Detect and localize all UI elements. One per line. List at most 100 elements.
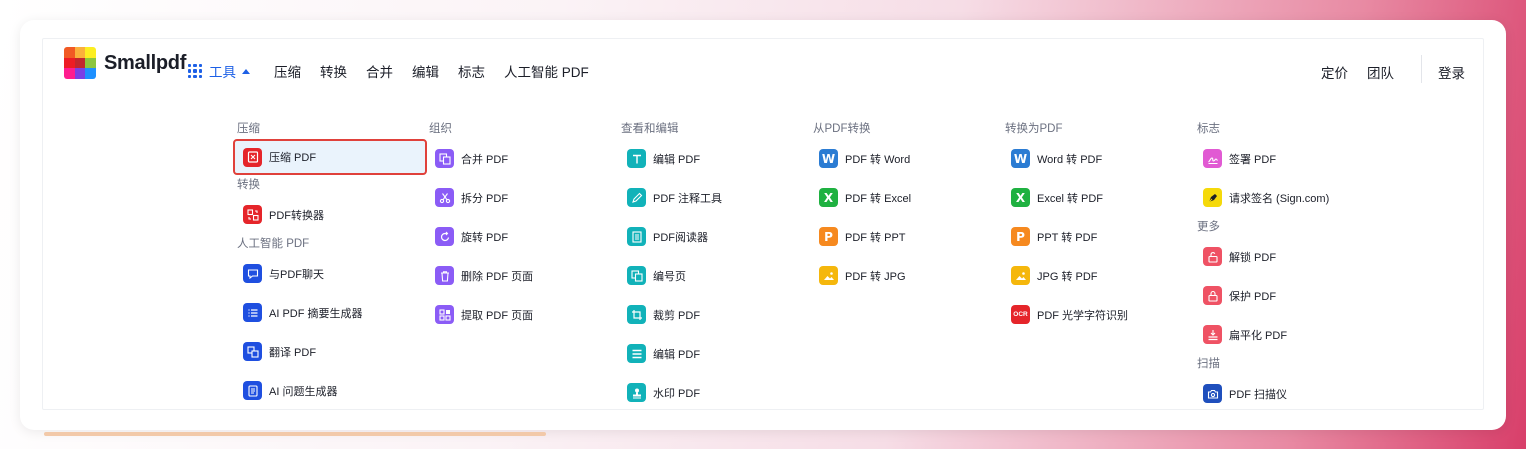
menu-item-chat-pdf[interactable]: 与PDF聊天 <box>237 254 427 293</box>
list-icon <box>243 303 262 322</box>
menu-item-label: 合并 PDF <box>461 153 509 166</box>
section-title-scan: 扫描 <box>1197 358 1220 370</box>
login-button[interactable]: 登录 <box>1438 62 1465 82</box>
menu-item-ppt-to-pdf[interactable]: P PPT 转 PDF <box>1005 217 1195 256</box>
lock-icon <box>1203 286 1222 305</box>
section-title-to-pdf: 转换为PDF <box>1005 123 1063 135</box>
brand-name: Smallpdf <box>104 51 187 74</box>
menu-item-ai-question-generator[interactable]: AI 问题生成器 <box>237 371 427 410</box>
camera-icon <box>1203 384 1222 403</box>
menu-item-rotate-pdf[interactable]: 旋转 PDF <box>429 217 619 256</box>
menu-item-extract-pages[interactable]: 提取 PDF 页面 <box>429 295 619 334</box>
menu-item-merge-pdf[interactable]: 合并 PDF <box>429 139 619 178</box>
menu-item-ai-summarizer[interactable]: AI PDF 摘要生成器 <box>237 293 427 332</box>
smallpdf-logo[interactable]: Smallpdf <box>64 47 186 79</box>
menu-item-pdf-to-word[interactable]: W PDF 转 Word <box>813 139 1003 178</box>
menu-item-number-pages[interactable]: 编号页 <box>621 256 811 295</box>
menu-item-label: 裁剪 PDF <box>653 309 701 322</box>
menu-item-pdf-scanner[interactable]: PDF 扫描仪 <box>1197 374 1397 413</box>
menu-item-watermark-pdf[interactable]: 水印 PDF <box>621 373 811 412</box>
merge-icon <box>435 149 454 168</box>
tools-menu-toggle[interactable]: 工具 <box>188 61 250 81</box>
nav-team[interactable]: 团队 <box>1367 62 1394 82</box>
reader-icon <box>627 227 646 246</box>
section-title-sign: 标志 <box>1197 123 1220 135</box>
menu-column-view-edit: 查看和编辑 编辑 PDF PDF 注释工具 PDF阅读器 编号页 裁剪 PDF … <box>621 119 811 412</box>
menu-item-label: 与PDF聊天 <box>269 268 324 281</box>
menu-item-flatten-pdf[interactable]: 扁平化 PDF <box>1197 315 1397 354</box>
menu-item-unlock-pdf[interactable]: 解锁 PDF <box>1197 237 1397 276</box>
nav-convert[interactable]: 转换 <box>320 61 347 81</box>
menu-item-label: JPG 转 PDF <box>1037 270 1098 283</box>
text-icon <box>627 149 646 168</box>
menu-item-label: 水印 PDF <box>653 387 701 400</box>
menu-item-edit-pdf[interactable]: 编辑 PDF <box>621 139 811 178</box>
menu-item-split-pdf[interactable]: 拆分 PDF <box>429 178 619 217</box>
menu-item-sign-pdf[interactable]: 签署 PDF <box>1197 139 1397 178</box>
menu-item-pdf-to-jpg[interactable]: PDF 转 JPG <box>813 256 1003 295</box>
menu-item-label: AI PDF 摘要生成器 <box>269 307 363 320</box>
menu-column-to-pdf: 转换为PDF W Word 转 PDF X Excel 转 PDF P PPT … <box>1005 119 1195 334</box>
nav-sign[interactable]: 标志 <box>458 61 485 81</box>
section-title-ai-pdf: 人工智能 PDF <box>237 238 310 250</box>
menu-item-label: 保护 PDF <box>1229 290 1277 303</box>
menu-item-label: PDF 转 Excel <box>845 192 912 205</box>
nav-compress[interactable]: 压缩 <box>274 61 301 81</box>
section-title-view-edit: 查看和编辑 <box>621 123 679 135</box>
trash-icon <box>435 266 454 285</box>
menu-item-pdf-to-excel[interactable]: X PDF 转 Excel <box>813 178 1003 217</box>
bottom-accent-bar <box>44 432 546 436</box>
menu-item-label: PPT 转 PDF <box>1037 231 1098 244</box>
menu-item-label: 删除 PDF 页面 <box>461 270 534 283</box>
stamp-icon <box>627 383 646 402</box>
form-icon <box>627 344 646 363</box>
menu-item-label: 翻译 PDF <box>269 346 317 359</box>
ppt-icon: P <box>819 227 838 246</box>
menu-item-label: 解锁 PDF <box>1229 251 1277 264</box>
menu-item-label: 请求签名 (Sign.com) <box>1229 192 1330 205</box>
scissors-icon <box>435 188 454 207</box>
nav-merge[interactable]: 合并 <box>366 61 393 81</box>
logo-mark-icon <box>64 47 96 79</box>
number-icon <box>627 266 646 285</box>
menu-item-protect-pdf[interactable]: 保护 PDF <box>1197 276 1397 315</box>
menu-item-edit-pdf-form[interactable]: 编辑 PDF <box>621 334 811 373</box>
section-title-compress: 压缩 <box>237 123 260 135</box>
compress-icon <box>243 147 262 167</box>
menu-item-delete-pages[interactable]: 删除 PDF 页面 <box>429 256 619 295</box>
menu-item-pdf-converter[interactable]: PDF转换器 <box>237 195 427 234</box>
menu-item-annotate-pdf[interactable]: PDF 注释工具 <box>621 178 811 217</box>
menu-column-from-pdf: 从PDF转换 W PDF 转 Word X PDF 转 Excel P PDF … <box>813 119 1003 295</box>
nav-ai-pdf[interactable]: 人工智能 PDF <box>504 61 589 81</box>
menu-item-label: PDF 扫描仪 <box>1229 388 1288 401</box>
question-icon <box>243 381 262 400</box>
excel-icon: X <box>1011 188 1030 207</box>
menu-item-label: 扁平化 PDF <box>1229 329 1288 342</box>
menu-item-label: 编号页 <box>653 270 686 283</box>
menu-item-label: PDF阅读器 <box>653 231 708 244</box>
mega-menu-panel: Smallpdf 工具 压缩 转换 合并 编辑 标志 人工智能 PDF 定价 团… <box>42 38 1484 410</box>
menu-item-request-signature[interactable]: 请求签名 (Sign.com) <box>1197 178 1397 217</box>
crop-icon <box>627 305 646 324</box>
menu-item-label: 提取 PDF 页面 <box>461 309 534 322</box>
menu-item-excel-to-pdf[interactable]: X Excel 转 PDF <box>1005 178 1195 217</box>
extract-icon <box>435 305 454 324</box>
section-title-organize: 组织 <box>429 123 452 135</box>
menu-item-compress-pdf[interactable]: 压缩 PDF <box>233 139 427 175</box>
menu-item-word-to-pdf[interactable]: W Word 转 PDF <box>1005 139 1195 178</box>
menu-item-pdf-reader[interactable]: PDF阅读器 <box>621 217 811 256</box>
menu-item-translate-pdf[interactable]: 翻译 PDF <box>237 332 427 371</box>
main-nav: 工具 压缩 转换 合并 编辑 标志 人工智能 PDF <box>188 61 608 81</box>
menu-item-label: AI 问题生成器 <box>269 385 338 398</box>
menu-item-jpg-to-pdf[interactable]: JPG 转 PDF <box>1005 256 1195 295</box>
menu-item-pdf-ocr[interactable]: OCR PDF 光学字符识别 <box>1005 295 1195 334</box>
menu-item-pdf-to-ppt[interactable]: P PDF 转 PPT <box>813 217 1003 256</box>
nav-edit[interactable]: 编辑 <box>412 61 439 81</box>
flatten-icon <box>1203 325 1222 344</box>
nav-pricing[interactable]: 定价 <box>1321 62 1348 82</box>
menu-item-label: PDF 光学字符识别 <box>1037 309 1129 322</box>
menu-item-crop-pdf[interactable]: 裁剪 PDF <box>621 295 811 334</box>
menu-item-label: 压缩 PDF <box>269 152 317 164</box>
menu-item-label: PDF 转 PPT <box>845 231 906 244</box>
section-title-convert: 转换 <box>237 179 260 191</box>
